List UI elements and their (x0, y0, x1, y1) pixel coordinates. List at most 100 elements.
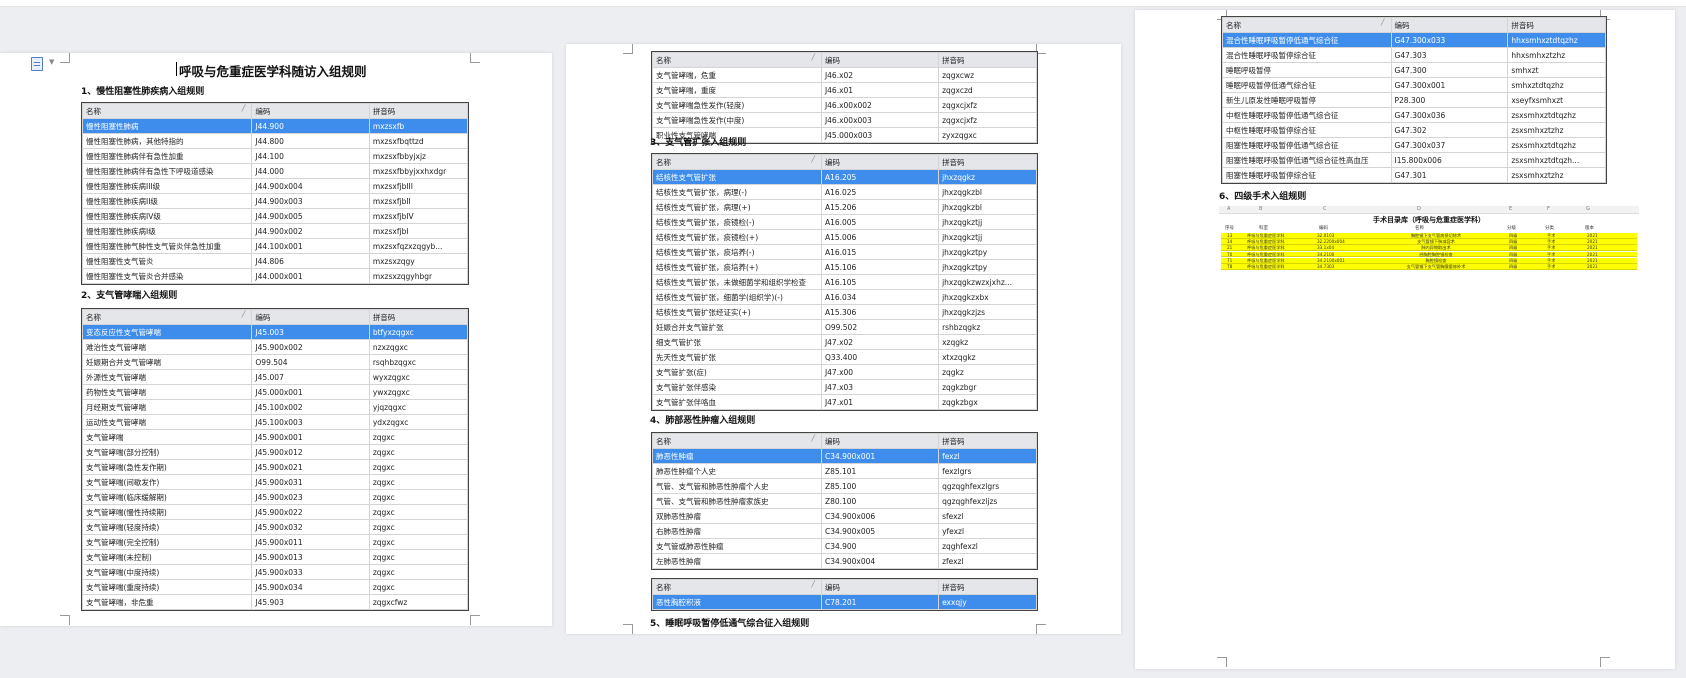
table-row[interactable]: 结核性支气管扩张，痰培养(+) A15.106 jhxzqgkztpy (652, 259, 1037, 275)
column-header-name[interactable]: 名称 (652, 433, 822, 449)
table-row[interactable]: 结核性支气管扩张，细菌学(组织学)(-) A16.034 jhxzqgkzxbx (652, 289, 1037, 305)
table-row[interactable]: 结核性支气管扩张，痰镜检(-) A16.005 jhxzqgkztjj (652, 214, 1037, 230)
table-row[interactable]: 结核性支气管扩张，痰镜检(+) A15.006 jhxzqgkztjj (652, 229, 1037, 245)
table-row[interactable]: 支气管扩张伴咯血 J47.x01 zqgkzbgx (652, 394, 1037, 410)
table-row[interactable]: 慢性阻塞性肺疾病IV级 J44.900x005 mxzsxfjbIV (81, 208, 469, 224)
table-row[interactable]: 慢性阻塞性肺疾病III级 J44.900x004 mxzsxfjbIII (81, 178, 469, 194)
table-row[interactable]: 支气管哮喘 J45.900x001 zqgxc (81, 429, 469, 445)
column-header-name[interactable]: 名称 (81, 103, 253, 119)
table-row[interactable]: 支气管哮喘(急性发作期) J45.900x021 zqgxc (81, 459, 469, 475)
table-row[interactable]: 支气管哮喘急性发作(中度) J46.x00x003 zqgxcjxfz (652, 112, 1037, 128)
column-header-code[interactable]: 编码 (251, 103, 370, 119)
table-cell: 月经期支气管哮喘 (81, 399, 253, 415)
table-row[interactable]: 阻塞性睡眠呼吸暂停低通气综合征性高血压 I15.800x006 zsxsmhxztd… (1222, 152, 1606, 168)
table-row[interactable]: 支气管哮喘，危重 J46.x02 zqgxcwz (652, 67, 1037, 83)
column-header-code[interactable]: 编码 (820, 433, 940, 449)
table-row[interactable]: 支气管哮喘(中度持续) J45.900x033 zqgxc (81, 564, 469, 580)
table-cell: qgzqghfexzljzs (938, 493, 1037, 509)
table-row[interactable]: 睡眠呼吸暂停低通气综合征 G47.300x001 smhxztdtqzhz (1222, 77, 1606, 93)
column-header-pinyin[interactable]: 拼音码 (938, 52, 1037, 68)
table-row[interactable]: 结核性支气管扩张，病理(+) A15.206 jhxzqgkzbl (652, 199, 1037, 215)
table-row[interactable]: 气管、支气管和肺恶性肿瘤个人史 Z85.100 qgzqghfexzlgrs (652, 478, 1037, 494)
table-row[interactable]: 左肺恶性肿瘤 C34.900x004 zfexzl (652, 553, 1037, 569)
table-row[interactable]: 右肺恶性肿瘤 C34.900x005 yfexzl (652, 523, 1037, 539)
column-header-pinyin[interactable]: 拼音码 (368, 309, 469, 325)
column-header-pinyin[interactable]: 拼音码 (938, 579, 1037, 595)
table-row[interactable]: 结核性支气管扩张经证实(+) A15.306 jhxzqgkzjzs (652, 304, 1037, 320)
table-row[interactable]: 妊娠合并支气管扩张 O99.502 rshbzqgkz (652, 319, 1037, 335)
table-cell: smhxzt (1507, 62, 1606, 78)
table-row[interactable]: 结核性支气管扩张，痰培养(-) A16.015 jhxzqgkztpy (652, 244, 1037, 260)
spreadsheet-cell: 四级 (1509, 264, 1518, 269)
table-row[interactable]: 气管、支气管和肺恶性肿瘤家族史 Z80.100 qgzqghfexzljzs (652, 493, 1037, 509)
spreadsheet-cell: 呼吸与危重症医学科 (1247, 257, 1285, 263)
document-icon[interactable] (31, 57, 43, 71)
table-row[interactable]: 肺恶性肿瘤个人史 Z85.101 fexzlgrs (652, 463, 1037, 479)
table-row[interactable]: 支气管哮喘(未控制) J45.900x013 zqgxc (81, 549, 469, 565)
rules-table-sleep-apnea: 名称编码拼音码混合性睡眠呼吸暂停低通气综合征G47.300x033hhxsmhx… (1221, 16, 1607, 184)
column-header-name[interactable]: 名称 (81, 309, 253, 325)
table-row[interactable]: 慢性阻塞性肺病，其他特指的 J44.800 mxzsxfbqttzd (81, 133, 469, 149)
column-header-name[interactable]: 名称 (1222, 17, 1392, 33)
column-header-pinyin[interactable]: 拼音码 (938, 154, 1037, 170)
column-header-pinyin[interactable]: 拼音码 (1507, 17, 1606, 33)
table-row[interactable]: 变态反应性支气管哮喘 J45.003 btfyxzqgxc (81, 324, 469, 340)
table-row[interactable]: 支气管或肺恶性肿瘤 C34.900 zqghfexzl (652, 538, 1037, 554)
column-header-code[interactable]: 编码 (820, 579, 940, 595)
column-header-code[interactable]: 编码 (820, 154, 940, 170)
table-row[interactable]: 阻塞性睡眠呼吸暂停低通气综合征 G47.300x037 zsxsmhxztdtqzh… (1222, 137, 1606, 153)
column-header-pinyin[interactable]: 拼音码 (938, 433, 1037, 449)
table-row[interactable]: 支气管哮喘急性发作(轻度) J46.x00x002 zqgxcjxfz (652, 97, 1037, 113)
table-row[interactable]: 慢性阻塞性支气管炎 J44.806 mxzsxzqgy (81, 253, 469, 269)
table-row[interactable]: 细支气管扩张 J47.x02 xzqgkz (652, 334, 1037, 350)
column-header-code[interactable]: 编码 (820, 52, 940, 68)
table-row[interactable]: 恶性胸腔积液 C78.201 exxqjy (652, 594, 1037, 610)
table-row[interactable]: 月经期支气管哮喘 J45.100x002 yjqzqgxc (81, 399, 469, 415)
table-row[interactable]: 支气管哮喘，非危重 J45.903 zqgxcfwz (81, 594, 469, 610)
table-row[interactable]: 混合性睡眠呼吸暂停综合征 G47.303 hhxsmhxztzhz (1222, 47, 1606, 63)
table-row[interactable]: 慢性阻塞性肺气肿性支气管炎伴急性加重 J44.100x001 mxzsxfqzxzq… (81, 238, 469, 254)
table-row[interactable]: 结核性支气管扩张 A16.205 jhxzqgkz (652, 169, 1037, 185)
table-row[interactable]: 慢性阻塞性肺病 J44.900 mxzsxfb (81, 118, 469, 134)
table-row[interactable]: 支气管哮喘(轻度持续) J45.900x032 zqgxc (81, 519, 469, 535)
column-header-pinyin[interactable]: 拼音码 (368, 103, 469, 119)
table-row[interactable]: 支气管哮喘(间歇发作) J45.900x031 zqgxc (81, 474, 469, 490)
table-row[interactable]: 睡眠呼吸暂停 G47.300 smhxzt (1222, 62, 1606, 78)
table-header-row: 名称编码拼音码 (81, 103, 469, 119)
col-letter: G (1586, 206, 1590, 212)
table-row[interactable]: 慢性阻塞性支气管炎合并感染 J44.000x001 mxzsxzqgyhbgr (81, 268, 469, 284)
table-row[interactable]: 药物性支气管哮喘 J45.000x001 ywxzqgxc (81, 384, 469, 400)
table-row[interactable]: 先天性支气管扩张 Q33.400 xtxzqgkz (652, 349, 1037, 365)
column-header-name[interactable]: 名称 (652, 154, 822, 170)
table-row[interactable]: 支气管哮喘(完全控制) J45.900x011 zqgxc (81, 534, 469, 550)
table-row[interactable]: 结核性支气管扩张，未做细菌学和组织学检查 A16.105 jhxzqgkzwzxjx… (652, 274, 1037, 290)
table-row[interactable]: 双肺恶性肿瘤 C34.900x006 sfexzl (652, 508, 1037, 524)
column-header-code[interactable]: 编码 (251, 309, 370, 325)
table-row[interactable]: 中枢性睡眠呼吸暂停综合征 G47.302 zsxsmhxztzhz (1222, 122, 1606, 138)
column-header-name[interactable]: 名称 (652, 52, 822, 68)
table-row[interactable]: 慢性阻塞性肺疾病I级 J44.900x002 mxzsxfjbI (81, 223, 469, 239)
table-row[interactable]: 阻塞性睡眠呼吸暂停综合征 G47.301 zsxsmhxztzhz (1222, 167, 1606, 183)
table-row[interactable]: 支气管哮喘(部分控制) J45.900x012 zqgxc (81, 444, 469, 460)
table-row[interactable]: 运动性支气管哮喘 J45.100x003 ydxzqgxc (81, 414, 469, 430)
column-header-code[interactable]: 编码 (1390, 17, 1509, 33)
table-row[interactable]: 难治性支气管哮喘 J45.900x002 nzxzqgxc (81, 339, 469, 355)
table-row[interactable]: 支气管哮喘(临床缓解期) J45.900x023 zqgxc (81, 489, 469, 505)
chevron-down-icon[interactable]: ▼ (49, 58, 54, 66)
table-row[interactable]: 肺恶性肿瘤 C34.900x001 fexzl (652, 448, 1037, 464)
table-row[interactable]: 支气管扩张(症) J47.x00 zqgkz (652, 364, 1037, 380)
table-row[interactable]: 支气管扩张伴感染 J47.x03 zqgkzbgr (652, 379, 1037, 395)
table-row[interactable]: 妊娠期合并支气管哮喘 O99.504 rsqhbzqgxc (81, 354, 469, 370)
table-row[interactable]: 支气管哮喘(慢性持续期) J45.900x022 zqgxc (81, 504, 469, 520)
table-row[interactable]: 外源性支气管哮喘 J45.007 wyxzqgxc (81, 369, 469, 385)
table-row[interactable]: 慢性阻塞性肺疾病II级 J44.900x003 mxzsxfjbII (81, 193, 469, 209)
table-row[interactable]: 结核性支气管扩张，病理(-) A16.025 jhxzqgkzbl (652, 184, 1037, 200)
table-row[interactable]: 混合性睡眠呼吸暂停低通气综合征 G47.300x033 hhxsmhxztdtqzh… (1222, 32, 1606, 48)
table-row[interactable]: 支气管哮喘(重度持续) J45.900x034 zqgxc (81, 579, 469, 595)
table-row[interactable]: 新生儿原发性睡眠呼吸暂停 P28.300 xseyfxsmhxzt (1222, 92, 1606, 108)
column-header-name[interactable]: 名称 (652, 579, 822, 595)
table-row[interactable]: 慢性阻塞性肺病伴有急性下呼吸道感染 J44.000 mxzsxfbbyjxxhxdg… (81, 163, 469, 179)
table-row[interactable]: 中枢性睡眠呼吸暂停低通气综合征 G47.300x036 zsxsmhxztdtqzh… (1222, 107, 1606, 123)
table-row[interactable]: 支气管哮喘，重度 J46.x01 zqgxczd (652, 82, 1037, 98)
table-row[interactable]: 慢性阻塞性肺病伴有急性加重 J44.100 mxzsxfbbyjxjz (81, 148, 469, 164)
